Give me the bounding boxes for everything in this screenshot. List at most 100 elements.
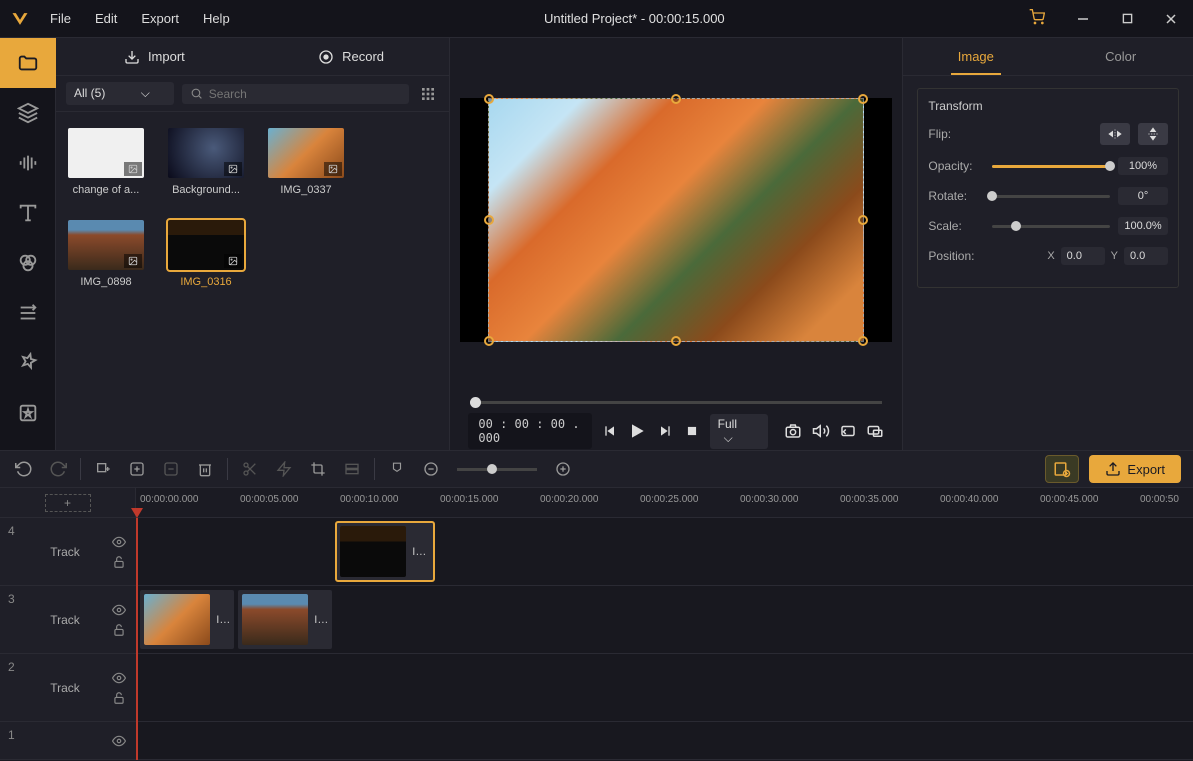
timeline-clip[interactable]: IM... [336, 522, 434, 581]
add-marker-button[interactable] [91, 457, 115, 481]
media-item[interactable]: IMG_0337 [268, 128, 344, 196]
menu-help[interactable]: Help [193, 5, 240, 32]
resize-handle[interactable] [858, 336, 868, 346]
track-lane[interactable] [136, 722, 1193, 760]
track-lane[interactable] [136, 654, 1193, 722]
search-input[interactable] [209, 87, 402, 101]
scale-value[interactable]: 100.0% [1118, 217, 1168, 235]
tracks-area[interactable]: IM... IM... IM... [136, 518, 1193, 760]
flip-horizontal-button[interactable] [1100, 123, 1130, 145]
zoom-thumb[interactable] [487, 464, 497, 474]
tab-color[interactable]: Color [1048, 38, 1193, 75]
resize-handle[interactable] [858, 94, 868, 104]
minimize-button[interactable] [1061, 0, 1105, 38]
timeline-clip[interactable]: IM... [238, 590, 332, 649]
scale-slider[interactable] [992, 225, 1110, 228]
eye-icon[interactable] [112, 671, 126, 685]
resize-handle[interactable] [484, 215, 494, 225]
transitions-tool[interactable] [0, 288, 56, 338]
zoom-out-button[interactable] [419, 457, 443, 481]
preview-canvas[interactable] [460, 98, 892, 342]
resize-handle[interactable] [858, 215, 868, 225]
zoom-in-button[interactable] [551, 457, 575, 481]
marker-button[interactable] [385, 457, 409, 481]
media-item[interactable]: IMG_0316 [168, 220, 244, 288]
rotate-slider[interactable] [992, 195, 1110, 198]
grid-view-button[interactable] [417, 83, 439, 105]
track-lane[interactable]: IM... [136, 518, 1193, 586]
prev-frame-button[interactable] [600, 419, 619, 443]
menu-export[interactable]: Export [131, 5, 189, 32]
playhead[interactable] [136, 518, 138, 760]
fullscreen-button[interactable] [865, 419, 884, 443]
track-header[interactable]: 1 [0, 722, 136, 760]
record-button[interactable]: Record [253, 38, 450, 75]
elements-tool[interactable] [0, 338, 56, 388]
track-header[interactable]: 2 Track [0, 654, 136, 722]
rotate-value[interactable]: 0° [1118, 187, 1168, 205]
import-button[interactable]: Import [56, 38, 253, 75]
undo-button[interactable] [12, 457, 36, 481]
track-header[interactable]: 3 Track [0, 586, 136, 654]
preview-scrub[interactable] [450, 392, 902, 412]
audio-button[interactable] [811, 419, 830, 443]
crop-button[interactable] [306, 457, 330, 481]
opacity-value[interactable]: 100% [1118, 157, 1168, 175]
audio-tool[interactable] [0, 138, 56, 188]
resize-handle[interactable] [484, 94, 494, 104]
text-tool[interactable] [0, 188, 56, 238]
resize-handle[interactable] [484, 336, 494, 346]
media-tool[interactable] [0, 38, 56, 88]
eye-icon[interactable] [112, 603, 126, 617]
media-item[interactable]: IMG_0898 [68, 220, 144, 288]
snapshot-button[interactable] [784, 419, 803, 443]
close-button[interactable] [1149, 0, 1193, 38]
redo-button[interactable] [46, 457, 70, 481]
track-lane[interactable]: IM... IM... [136, 586, 1193, 654]
timeline-settings-button[interactable] [340, 457, 364, 481]
pos-x-input[interactable] [1061, 247, 1105, 265]
search-box[interactable] [182, 84, 410, 104]
speed-button[interactable] [272, 457, 296, 481]
delete-button[interactable] [193, 457, 217, 481]
track-header[interactable]: 4 Track [0, 518, 136, 586]
zoom-slider[interactable] [457, 468, 537, 471]
lock-icon[interactable] [112, 623, 126, 637]
split-button[interactable] [238, 457, 262, 481]
flip-vertical-button[interactable] [1138, 123, 1168, 145]
media-filter-select[interactable]: All (5) ⌵ [66, 82, 174, 105]
maximize-button[interactable] [1105, 0, 1149, 38]
pos-y-input[interactable] [1124, 247, 1168, 265]
tab-image[interactable]: Image [903, 38, 1048, 75]
resize-handle[interactable] [671, 336, 681, 346]
layers-tool[interactable] [0, 88, 56, 138]
stop-button[interactable] [683, 419, 702, 443]
scrub-track[interactable] [470, 401, 882, 404]
timecode[interactable]: 00 : 00 : 00 . 000 [468, 413, 592, 449]
filters-tool[interactable] [0, 238, 56, 288]
add-track-button[interactable]: + [45, 494, 91, 512]
eye-icon[interactable] [112, 734, 126, 748]
timeline-export-settings-button[interactable] [1045, 455, 1079, 483]
export-button[interactable]: Export [1089, 455, 1181, 483]
remove-button[interactable] [159, 457, 183, 481]
scrub-thumb[interactable] [470, 397, 481, 408]
add-button[interactable] [125, 457, 149, 481]
preview-image[interactable] [488, 98, 864, 342]
timeline-clip[interactable]: IM... [140, 590, 234, 649]
time-ruler[interactable]: 00:00:00.000 00:00:05.000 00:00:10.000 0… [136, 488, 1193, 518]
cart-icon[interactable] [1029, 9, 1045, 28]
zoom-select[interactable]: Full ⌵ [710, 414, 768, 449]
media-item[interactable]: change of a... [68, 128, 144, 196]
menu-file[interactable]: File [40, 5, 81, 32]
eye-icon[interactable] [112, 535, 126, 549]
media-item[interactable]: Background... [168, 128, 244, 196]
menu-edit[interactable]: Edit [85, 5, 127, 32]
next-frame-button[interactable] [655, 419, 674, 443]
play-button[interactable] [627, 419, 647, 443]
lock-icon[interactable] [112, 555, 126, 569]
lock-icon[interactable] [112, 691, 126, 705]
opacity-slider[interactable] [992, 165, 1110, 168]
resize-handle[interactable] [671, 94, 681, 104]
favorites-tool[interactable] [0, 388, 56, 438]
